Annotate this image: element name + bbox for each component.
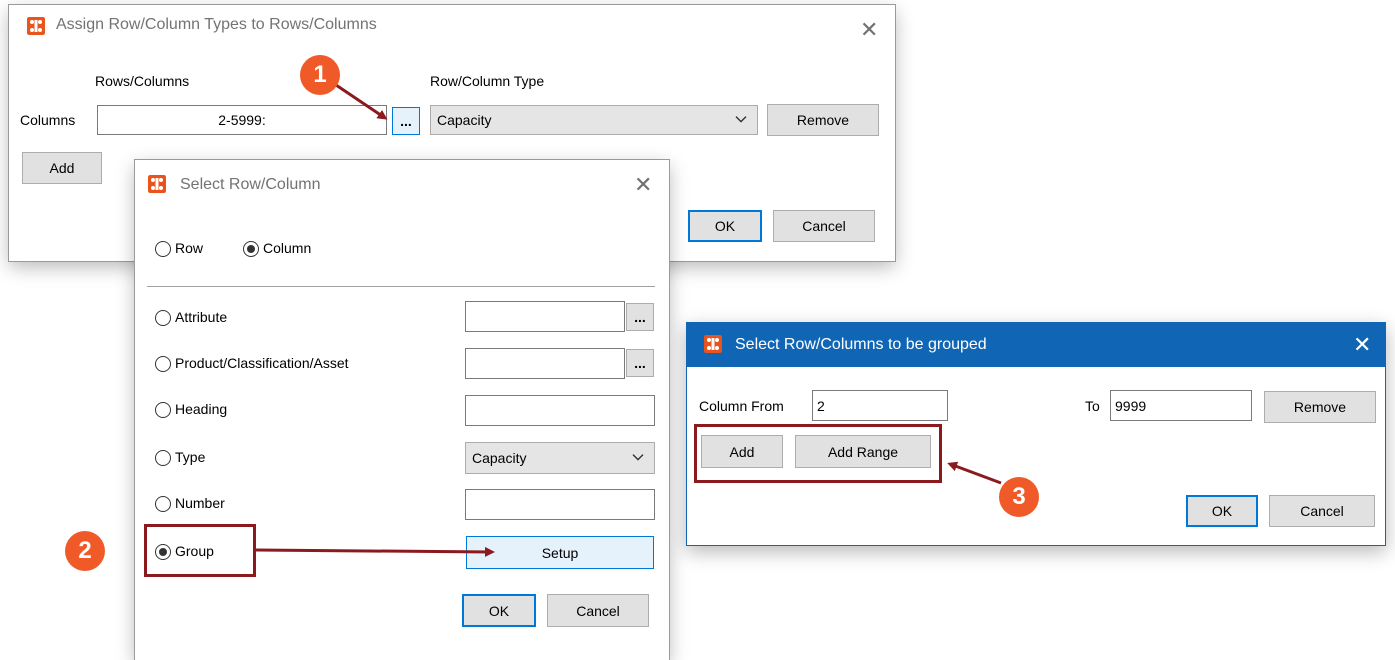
callout-arrows: [255, 83, 1002, 557]
arrow-3: [947, 461, 1002, 485]
arrow-1: [335, 83, 388, 120]
arrow-2: [255, 546, 495, 557]
callout-badge-2: 2: [65, 531, 105, 571]
callout-badge-3: 3: [999, 477, 1039, 517]
callout-badge-1: 1: [300, 55, 340, 95]
